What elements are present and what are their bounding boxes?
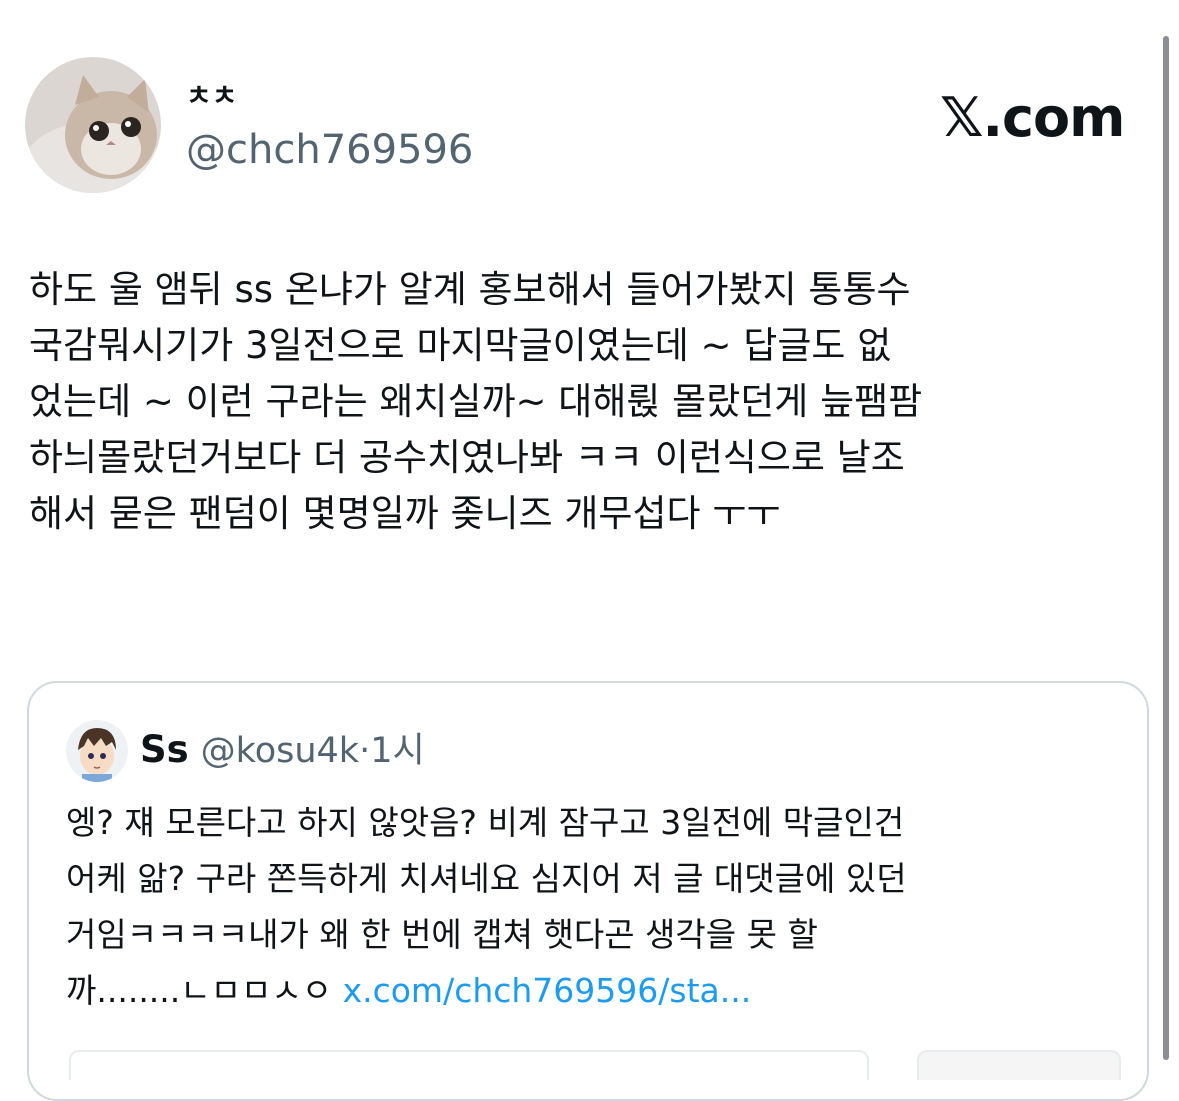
post-text-line: 국감뭐시기가 3일전으로 마지막글이였는데 ~ 답글도 없 bbox=[29, 324, 892, 367]
quoted-author-avatar[interactable] bbox=[66, 720, 128, 782]
quoted-media-thumbnail[interactable] bbox=[917, 1050, 1121, 1080]
quoted-media-preview[interactable] bbox=[69, 1050, 869, 1080]
cat-photo-avatar bbox=[25, 57, 161, 193]
post-text: 하도 울 앰뒤 ss 온냐가 알계 홍보해서 들어가봤지 통통수 국감뭐시기가 … bbox=[29, 262, 1159, 542]
author-avatar[interactable] bbox=[25, 57, 161, 193]
quoted-post-text: 엥? 쟤 모른다고 하지 않앗음? 비계 잠구고 3일전에 막글인건 어케 앎?… bbox=[66, 795, 1136, 1019]
quoted-post-card[interactable]: Ss @kosu4k·1시 엥? 쟤 모른다고 하지 않앗음? 비계 잠구고 3일… bbox=[27, 681, 1149, 1101]
post-text-line: 하도 울 앰뒤 ss 온냐가 알계 홍보해서 들어가봤지 통통수 bbox=[29, 268, 911, 311]
quoted-text-line: 까........ㄴㅁㅁㅅㅇ x.com/chch769596/sta... bbox=[66, 963, 1136, 1019]
post-text-line: 하늬몰랐던거보다 더 공수치였나봐 ㅋㅋ 이런식으로 날조 bbox=[29, 436, 905, 479]
quoted-text-line: 거임ㅋㅋㅋㅋ내가 왜 한 번에 캡쳐 햇다곤 생각을 못 할 bbox=[66, 915, 818, 954]
quoted-post-timestamp[interactable]: 1시 bbox=[370, 731, 424, 771]
quoted-text-line: 엥? 쟤 모른다고 하지 않앗음? 비계 잠구고 3일전에 막글인건 bbox=[66, 803, 905, 842]
separator-dot: · bbox=[359, 731, 371, 771]
quoted-post-header: Ss @kosu4k·1시 bbox=[140, 727, 425, 773]
post-text-line: 었는데 ~ 이런 구라는 왜치실까~ 대해륁 몰랐던게 늪팸팜 bbox=[29, 380, 923, 423]
quoted-text-last-line: 까........ㄴㅁㅁㅅㅇ bbox=[66, 971, 343, 1010]
quoted-author-handle[interactable]: @kosu4k bbox=[201, 731, 359, 771]
author-display-name[interactable]: ㅊㅊ bbox=[186, 80, 238, 112]
scrollbar[interactable] bbox=[1163, 36, 1169, 1060]
post-text-line: 해서 묻은 팬덤이 몇명일까 좆니즈 개무섭다 ㅜㅜ bbox=[29, 492, 781, 535]
author-handle[interactable]: @chch769596 bbox=[186, 125, 473, 175]
x-logo-icon: 𝕏.com bbox=[940, 86, 1125, 149]
quoted-author-display-name[interactable]: Ss bbox=[140, 728, 189, 771]
anime-boy-avatar bbox=[66, 720, 128, 782]
quoted-text-line: 어케 앎? 구라 쫀득하게 치셔네요 심지어 저 글 대댓글에 있던 bbox=[66, 859, 907, 898]
quoted-post-link[interactable]: x.com/chch769596/sta... bbox=[343, 971, 752, 1010]
